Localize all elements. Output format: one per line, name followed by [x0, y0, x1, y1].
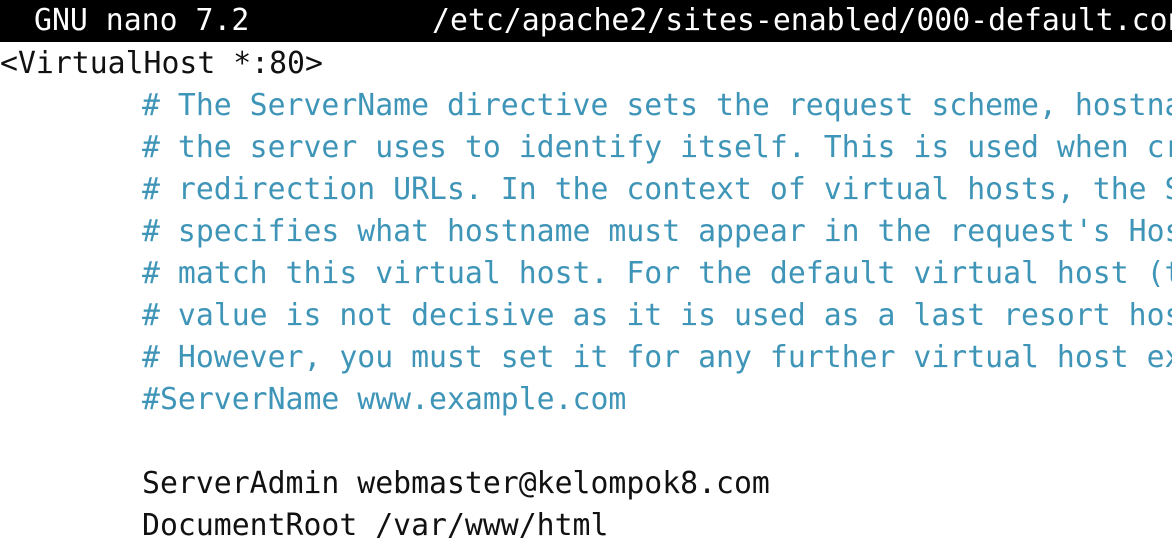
editor-line-2[interactable]: # The ServerName directive sets the requ…	[142, 85, 1172, 127]
editor-buffer[interactable]: <VirtualHost *:80> # The ServerName dire…	[0, 43, 1172, 542]
editor-line-5[interactable]: # specifies what hostname must appear in…	[142, 211, 1172, 253]
editor-line-9[interactable]: #ServerName www.example.com	[142, 379, 1172, 421]
nano-terminal: GNU nano 7.2 /etc/apache2/sites-enabled/…	[0, 0, 1172, 542]
editor-line-1[interactable]: <VirtualHost *:80>	[0, 43, 1172, 85]
file-path: /etc/apache2/sites-enabled/000-default.c…	[432, 3, 1172, 38]
nano-title-bar: GNU nano 7.2 /etc/apache2/sites-enabled/…	[0, 0, 1172, 42]
editor-line-7[interactable]: # value is not decisive as it is used as…	[142, 295, 1172, 337]
editor-line-12[interactable]: DocumentRoot /var/www/html	[142, 505, 1172, 542]
editor-line-11[interactable]: ServerAdmin webmaster@kelompok8.com	[142, 463, 1172, 505]
editor-line-3[interactable]: # the server uses to identify itself. Th…	[142, 127, 1172, 169]
editor-line-6[interactable]: # match this virtual host. For the defau…	[142, 253, 1172, 295]
editor-line-4[interactable]: # redirection URLs. In the context of vi…	[142, 169, 1172, 211]
editor-line-10[interactable]	[142, 421, 1172, 463]
app-name: GNU nano 7.2	[34, 3, 250, 38]
editor-line-8[interactable]: # However, you must set it for any furth…	[142, 337, 1172, 379]
